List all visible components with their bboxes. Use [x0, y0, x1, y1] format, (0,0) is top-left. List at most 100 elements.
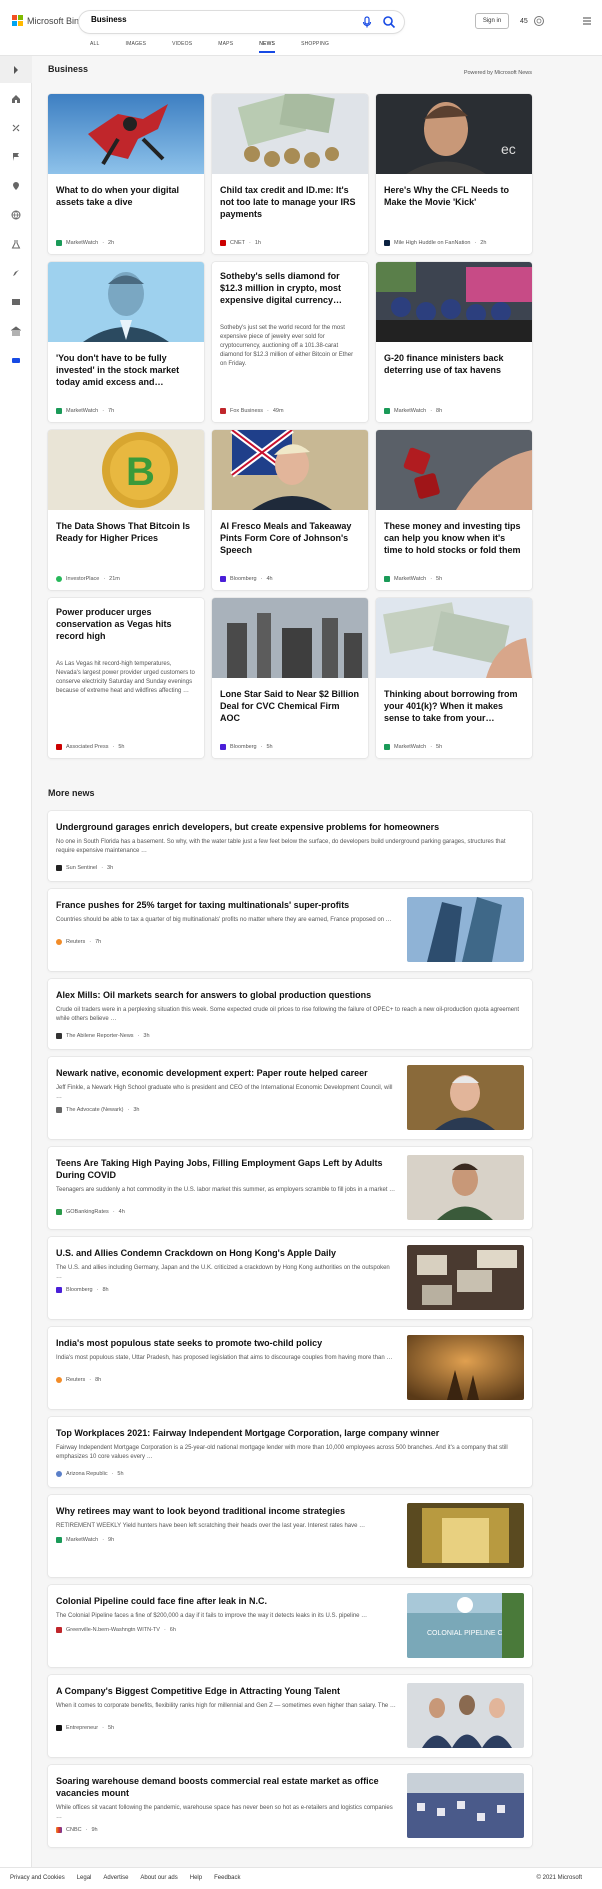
footer-link-advertise[interactable]: Advertise — [103, 1875, 128, 1881]
list-item-title[interactable]: Alex Mills: Oil markets search for answe… — [56, 989, 522, 1001]
card-title[interactable]: Lone Star Said to Near $2 Billion Deal f… — [220, 688, 360, 724]
powered-by[interactable]: Powered by Microsoft News — [464, 70, 532, 76]
footer-link-feedback[interactable]: Feedback — [214, 1875, 240, 1881]
news-list-item[interactable]: Soaring warehouse demand boosts commerci… — [48, 1765, 532, 1847]
card-image-plant — [212, 598, 368, 678]
news-card[interactable]: Al Fresco Meals and Takeaway Pints Form … — [212, 430, 368, 590]
bing-logo[interactable]: Microsoft Bing — [12, 15, 84, 26]
marketwatch-logo-icon — [56, 240, 62, 246]
list-image-vault — [407, 1503, 524, 1568]
tab-shopping[interactable]: SHOPPING — [301, 41, 329, 53]
section-title: Business — [48, 64, 89, 74]
card-image-cash — [376, 598, 532, 678]
microsoft-logo-icon — [12, 15, 23, 26]
flag-icon[interactable] — [11, 152, 21, 162]
news-card[interactable]: G-20 finance ministers back deterring us… — [376, 262, 532, 422]
home-icon[interactable] — [11, 94, 21, 104]
news-list-item[interactable]: Top Workplaces 2021: Fairway Independent… — [48, 1417, 532, 1487]
search-icon[interactable] — [382, 15, 396, 29]
card-title[interactable]: Child tax credit and ID.me: It's not too… — [220, 184, 360, 220]
list-item-source: Arizona Republic · 5h — [56, 1471, 124, 1477]
footer-link-legal[interactable]: Legal — [77, 1875, 92, 1881]
news-list-item[interactable]: Why retirees may want to look beyond tra… — [48, 1495, 532, 1577]
card-title[interactable]: G-20 finance ministers back deterring us… — [384, 352, 524, 376]
news-card[interactable]: Power producer urges conservation as Veg… — [48, 598, 204, 758]
news-card[interactable]: ec Here's Why the CFL Needs to Make the … — [376, 94, 532, 254]
list-item-title[interactable]: Colonial Pipeline could face fine after … — [56, 1595, 397, 1607]
news-list-item[interactable]: France pushes for 25% target for taxing … — [48, 889, 532, 971]
sun-sentinel-logo-icon — [56, 865, 62, 871]
news-card[interactable]: Child tax credit and ID.me: It's not too… — [212, 94, 368, 254]
science-icon[interactable] — [11, 239, 21, 249]
list-item-title[interactable]: A Company's Biggest Competitive Edge in … — [56, 1685, 397, 1697]
card-title[interactable]: Thinking about borrowing from your 401(k… — [384, 688, 524, 724]
hamburger-menu-icon[interactable] — [582, 16, 592, 26]
entertainment-icon[interactable] — [11, 297, 21, 307]
card-title[interactable]: The Data Shows That Bitcoin Is Ready for… — [56, 520, 196, 544]
list-item-title[interactable]: Teens Are Taking High Paying Jobs, Filli… — [56, 1157, 397, 1181]
news-list-item[interactable]: U.S. and Allies Condemn Crackdown on Hon… — [48, 1237, 532, 1319]
rewards-button[interactable]: 45 — [520, 15, 545, 27]
footer-link-privacy[interactable]: Privacy and Cookies — [10, 1875, 65, 1881]
abilene-logo-icon — [56, 1033, 62, 1039]
rocket-icon[interactable] — [11, 268, 21, 278]
search-box[interactable] — [79, 11, 404, 33]
footer-link-help[interactable]: Help — [190, 1875, 202, 1881]
news-card[interactable]: Thinking about borrowing from your 401(k… — [376, 598, 532, 758]
footer-link-about-ads[interactable]: About our ads — [140, 1875, 177, 1881]
search-input[interactable] — [91, 15, 341, 24]
card-source: MarketWatch · 5h — [384, 576, 442, 582]
news-card[interactable]: 'You don't have to be fully invested' in… — [48, 262, 204, 422]
list-item-title[interactable]: Underground garages enrich developers, b… — [56, 821, 522, 833]
card-title[interactable]: Sotheby's sells diamond for $12.3 millio… — [220, 270, 360, 306]
card-image-bitcoin: B — [48, 430, 204, 510]
card-title[interactable]: Al Fresco Meals and Takeaway Pints Form … — [220, 520, 360, 556]
list-item-title[interactable]: Why retirees may want to look beyond tra… — [56, 1505, 397, 1517]
tab-all[interactable]: ALL — [90, 41, 100, 53]
news-card[interactable]: B The Data Shows That Bitcoin Is Ready f… — [48, 430, 204, 590]
list-item-title[interactable]: Newark native, economic development expe… — [56, 1067, 397, 1079]
tab-videos[interactable]: VIDEOS — [172, 41, 192, 53]
tab-maps[interactable]: MAPS — [218, 41, 233, 53]
business-icon[interactable] — [11, 355, 21, 365]
chevron-right-icon[interactable] — [11, 65, 21, 75]
list-item-snippet: Countries should be able to tax a quarte… — [56, 917, 392, 923]
list-item-title[interactable]: Top Workplaces 2021: Fairway Independent… — [56, 1427, 522, 1439]
tab-images[interactable]: IMAGES — [126, 41, 147, 53]
news-list-item[interactable]: Newark native, economic development expe… — [48, 1057, 532, 1139]
card-image-johnson — [212, 430, 368, 510]
card-title[interactable]: Here's Why the CFL Needs to Make the Mov… — [384, 184, 524, 208]
location-icon[interactable] — [11, 181, 21, 191]
list-item-title[interactable]: India's most populous state seeks to pro… — [56, 1337, 397, 1349]
sports-icon[interactable] — [11, 123, 21, 133]
card-image-skydiver — [48, 94, 204, 174]
news-list-item[interactable]: Underground garages enrich developers, b… — [48, 811, 532, 881]
news-list-item[interactable]: India's most populous state seeks to pro… — [48, 1327, 532, 1409]
list-item-snippet: While offices sit vacant following the p… — [56, 1805, 393, 1820]
news-list-item[interactable]: Teens Are Taking High Paying Jobs, Filli… — [48, 1147, 532, 1229]
card-title[interactable]: Power producer urges conservation as Veg… — [56, 606, 196, 642]
list-item-title[interactable]: France pushes for 25% target for taxing … — [56, 899, 397, 911]
news-list-item[interactable]: A Company's Biggest Competitive Edge in … — [48, 1675, 532, 1757]
microphone-icon[interactable] — [360, 15, 374, 29]
news-card[interactable]: These money and investing tips can help … — [376, 430, 532, 590]
sign-in-button[interactable]: Sign in — [475, 13, 509, 29]
news-card[interactable]: Lone Star Said to Near $2 Billion Deal f… — [212, 598, 368, 758]
news-card[interactable]: What to do when your digital assets take… — [48, 94, 204, 254]
bank-icon[interactable] — [11, 326, 21, 336]
list-image-office — [407, 1683, 524, 1748]
card-title[interactable]: 'You don't have to be fully invested' in… — [56, 352, 196, 388]
news-list-item[interactable]: Colonial Pipeline could face fine after … — [48, 1585, 532, 1667]
category-rail — [0, 56, 32, 1867]
tab-news[interactable]: NEWS — [259, 41, 275, 53]
news-list-item[interactable]: Alex Mills: Oil markets search for answe… — [48, 979, 532, 1049]
list-item-title[interactable]: U.S. and Allies Condemn Crackdown on Hon… — [56, 1247, 397, 1259]
card-title[interactable]: What to do when your digital assets take… — [56, 184, 196, 208]
news-card[interactable]: Sotheby's sells diamond for $12.3 millio… — [212, 262, 368, 422]
globe-icon[interactable] — [11, 210, 21, 220]
list-item-title[interactable]: Soaring warehouse demand boosts commerci… — [56, 1775, 397, 1799]
top-bar: Microsoft Bing Sign in 45 ALL IMAGES VID… — [0, 0, 602, 56]
card-title[interactable]: These money and investing tips can help … — [384, 520, 524, 556]
advocate-logo-icon — [56, 1107, 62, 1113]
reuters-logo-icon — [56, 939, 62, 945]
